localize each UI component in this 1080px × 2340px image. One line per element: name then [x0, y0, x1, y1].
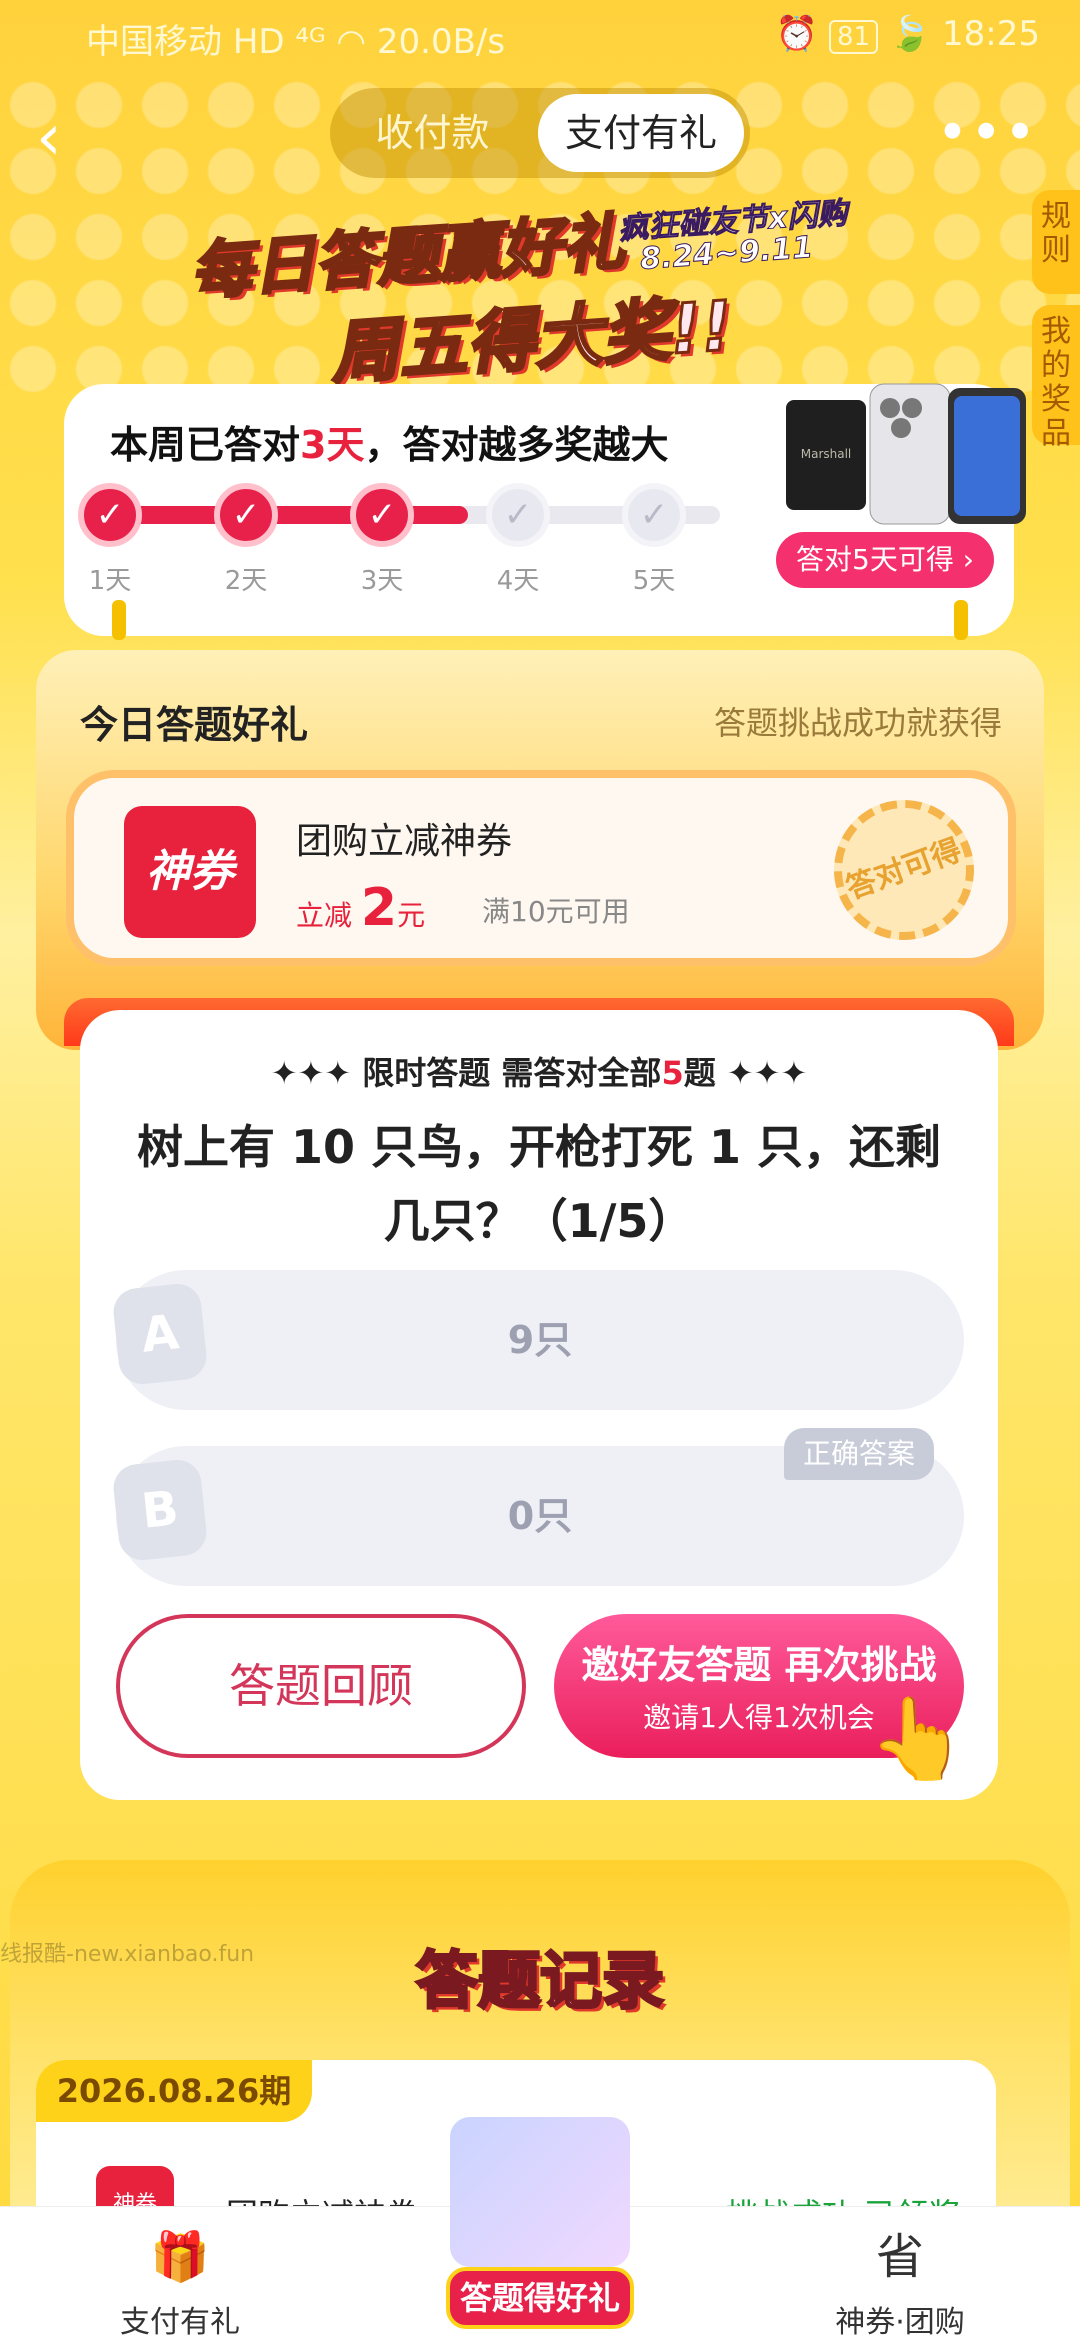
progress-day-1-label: 1天	[88, 566, 132, 596]
clock: 18:25	[942, 14, 1040, 54]
today-gift-panel: 今日答题好礼 答题挑战成功就获得 神券 团购立减神券 立减 2元 满10元可用 …	[36, 650, 1044, 1050]
status-right: ⏰ 81 🍃 18:25	[776, 14, 1040, 54]
progress-day-5-check-icon: ✓	[622, 483, 686, 547]
chevron-left-icon: ‹	[36, 101, 62, 175]
quiz-card: ✦✦✦ 限时答题 需答对全部5题 ✦✦✦ 树上有 10 只鸟，开枪打死 1 只，…	[80, 1010, 998, 1800]
review-answers-button[interactable]: 答题回顾	[116, 1614, 526, 1758]
discount-amount: 2	[360, 878, 398, 938]
wifi-icon: ◠	[336, 22, 367, 62]
more-dots-icon[interactable]: •••	[936, 106, 1038, 160]
record-date: 2026.08.26期	[36, 2060, 312, 2122]
option-a[interactable]: 9只 A	[111, 1270, 964, 1410]
svg-text:Marshall: Marshall	[801, 447, 852, 461]
gift-subtitle: 答题挑战成功就获得	[713, 704, 1002, 742]
network-speed: 20.0B/s	[376, 22, 506, 62]
progress-day-1-check-icon: ✓	[78, 483, 142, 547]
progress-day-5-label: 5天	[632, 566, 676, 596]
nav-pay-gift-label: 支付有礼	[120, 2305, 240, 2340]
save-coupon-icon: 省	[875, 2229, 924, 2285]
reward-5-days-button[interactable]: 答对5天可得 ›	[776, 532, 994, 588]
watermark: 线报酷-new.xianbao.fun	[0, 1942, 255, 1967]
network-indicator: HD ⁴ᴳ	[232, 22, 326, 62]
progress-day-3-label: 3天	[360, 566, 404, 596]
coupon-name: 团购立减神券	[296, 821, 513, 862]
rules-tab[interactable]: 规则	[1032, 190, 1080, 294]
carrier-label: 中国移动	[86, 22, 222, 62]
bottom-nav: 🎁 支付有礼 答题得好礼 省 神券·团购	[0, 2117, 1080, 2340]
progress-fill	[110, 506, 468, 524]
hanging-pin-right	[954, 600, 968, 640]
pointing-hand-icon: 👆	[868, 1692, 968, 1785]
option-b-badge: B	[111, 1457, 209, 1563]
prize-products-image: Marshall	[786, 378, 1026, 528]
progress-day-2-label: 2天	[224, 566, 268, 596]
alarm-icon: ⏰	[775, 14, 819, 54]
hanging-pin-left	[112, 600, 126, 640]
coupon-discount: 立减 2元	[296, 878, 425, 938]
quiz-gift-image	[450, 2117, 630, 2267]
discount-prefix: 立减	[296, 899, 353, 932]
answer-correct-stamp: 答对可得	[814, 780, 994, 960]
quiz-header: ✦✦✦ 限时答题 需答对全部5题 ✦✦✦	[80, 1048, 998, 1094]
progress-day-4-label: 4天	[496, 566, 540, 596]
option-a-text: 9只	[507, 1318, 573, 1362]
progress-day-4-check-icon: ✓	[486, 483, 550, 547]
correct-answer-tag: 正确答案	[784, 1428, 934, 1480]
coupon-icon: 神券	[124, 806, 256, 938]
nav-pay-gift[interactable]: 🎁 支付有礼	[60, 2207, 300, 2340]
quiz-header-count: 5	[661, 1054, 684, 1092]
discount-unit: 元	[397, 899, 426, 932]
weekly-progress-card: 本周已答对3天，答对越多奖越大 Marshall 答对5天可得 › ✓ 1天 ✓ 2天…	[64, 383, 1026, 636]
gift-box-icon: 🎁	[150, 2229, 210, 2285]
coupon-card[interactable]: 神券 团购立减神券 立减 2元 满10元可用 答对可得	[66, 770, 1016, 966]
my-prizes-tab[interactable]: 我的奖品	[1032, 305, 1080, 451]
back-button[interactable]: ‹	[36, 106, 76, 170]
coupon-condition: 满10元可用	[482, 895, 630, 928]
nav-coupon-group-label: 神券·团购	[835, 2305, 965, 2340]
tab-pay-gift[interactable]: 支付有礼	[538, 94, 744, 172]
option-a-badge: A	[111, 1281, 209, 1387]
status-bar: 中国移动 HD ⁴ᴳ ◠ 20.0B/s ⏰ 81 🍃 18:25	[0, 0, 1080, 72]
quiz-header-suffix: 题 ✦✦✦	[683, 1054, 808, 1092]
progress-title-suffix: ，答对越多奖越大	[364, 423, 669, 467]
question-text: 树上有 10 只鸟，开枪打死 1 只，还剩几只？（1/5）	[136, 1120, 942, 1248]
progress-day-3-check-icon: ✓	[350, 483, 414, 547]
progress-title: 本周已答对3天，答对越多奖越大	[110, 414, 668, 469]
quiz-header-prefix: ✦✦✦ 限时答题 需答对全部	[270, 1054, 662, 1092]
leaf-icon: 🍃	[888, 14, 932, 54]
nav-quiz-gift-label: 答题得好礼	[446, 2267, 634, 2329]
status-left: 中国移动 HD ⁴ᴳ ◠ 20.0B/s	[86, 14, 505, 63]
segmented-tabs: 收付款 支付有礼	[330, 88, 750, 178]
battery-level: 81	[828, 20, 879, 54]
nav-quiz-gift[interactable]: 答题得好礼	[440, 2117, 640, 2340]
progress-day-2-check-icon: ✓	[214, 483, 278, 547]
gift-title: 今日答题好礼	[80, 703, 309, 747]
tab-receive-pay[interactable]: 收付款	[330, 88, 535, 178]
nav-coupon-group[interactable]: 省 神券·团购	[780, 2207, 1020, 2340]
progress-title-count: 3天	[300, 423, 365, 467]
invite-main-label: 邀好友答题 再次挑战	[581, 1643, 937, 1687]
progress-title-prefix: 本周已答对	[110, 423, 301, 467]
